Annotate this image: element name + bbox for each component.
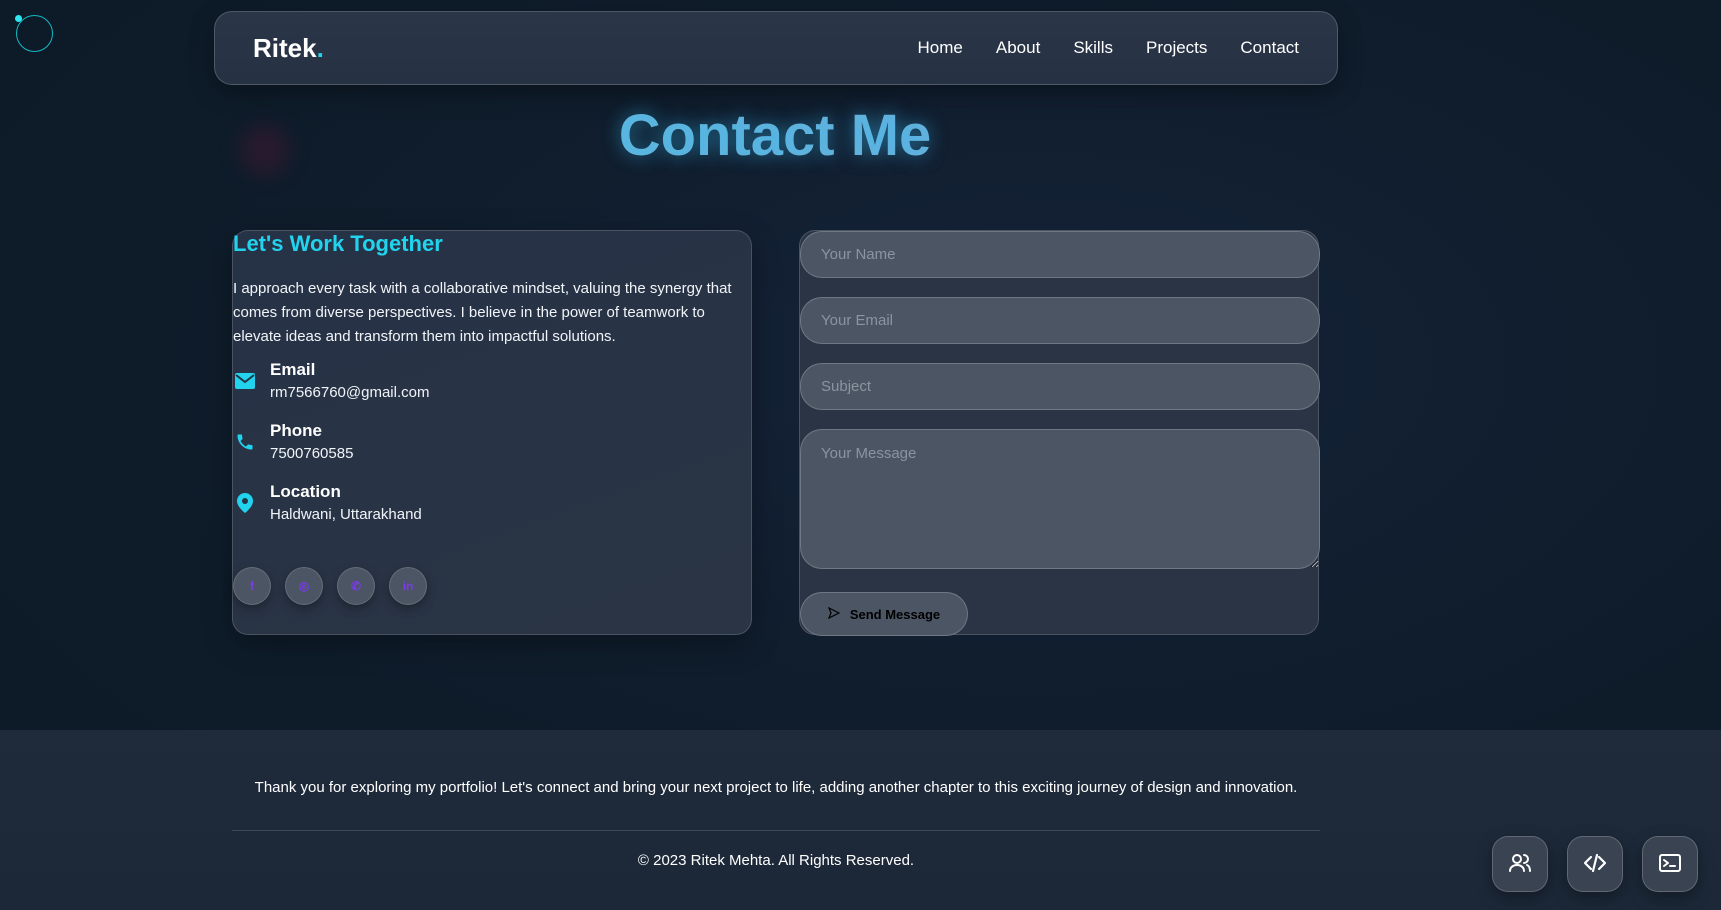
code-icon — [1583, 851, 1607, 878]
page-title: Contact Me — [0, 102, 1550, 169]
cursor-ring — [16, 15, 53, 52]
nav-link-contact[interactable]: Contact — [1240, 38, 1299, 58]
phone-value[interactable]: 7500760585 — [270, 442, 353, 466]
subject-input[interactable] — [800, 363, 1320, 410]
terminal-icon — [1658, 851, 1682, 878]
logo-text: Ritek — [253, 32, 317, 63]
email-input[interactable] — [800, 297, 1320, 344]
contact-info-card: Let's Work Together I approach every tas… — [232, 230, 752, 635]
phone-icon — [233, 430, 257, 454]
logo-dot: . — [316, 32, 324, 63]
navbar: Ritek. Home About Skills Projects Contac… — [214, 11, 1338, 85]
info-row-location: Location Haldwani, Uttarakhand — [233, 481, 422, 527]
location-value: Haldwani, Uttarakhand — [270, 506, 422, 523]
nav-links: Home About Skills Projects Contact — [918, 38, 1299, 58]
footer: Thank you for exploring my portfolio! Le… — [0, 730, 1721, 910]
send-label: Send Message — [849, 606, 941, 622]
message-textarea[interactable] — [800, 429, 1320, 569]
send-icon — [827, 606, 841, 622]
email-value[interactable]: rm7566760@gmail.com — [270, 381, 429, 405]
send-message-button[interactable]: Send Message — [800, 592, 968, 636]
whatsapp-icon[interactable]: ✆ — [337, 567, 375, 605]
cursor-dot — [15, 15, 22, 22]
social-links: f ◎ ✆ in — [233, 567, 427, 605]
location-pin-icon — [233, 491, 257, 515]
info-label: Email — [270, 360, 316, 379]
contact-heading: Let's Work Together — [233, 231, 443, 256]
site-logo[interactable]: Ritek. — [253, 33, 324, 64]
nav-link-projects[interactable]: Projects — [1146, 38, 1207, 58]
users-fab-button[interactable] — [1492, 836, 1548, 892]
footer-divider — [232, 830, 1320, 831]
nav-link-about[interactable]: About — [996, 38, 1040, 58]
terminal-fab-button[interactable] — [1642, 836, 1698, 892]
facebook-icon[interactable]: f — [233, 567, 271, 605]
info-label: Location — [270, 482, 341, 501]
contact-form: Send Message — [799, 230, 1320, 636]
users-icon — [1508, 851, 1532, 878]
copyright: © 2023 Ritek Mehta. All Rights Reserved. — [637, 852, 915, 869]
linkedin-icon[interactable]: in — [389, 567, 427, 605]
footer-message: Thank you for exploring my portfolio! Le… — [254, 779, 1298, 796]
nav-link-home[interactable]: Home — [918, 38, 963, 58]
code-fab-button[interactable] — [1567, 836, 1623, 892]
instagram-icon[interactable]: ◎ — [285, 567, 323, 605]
info-row-email: Email rm7566760@gmail.com — [233, 359, 429, 405]
info-label: Phone — [270, 421, 322, 440]
mail-icon — [233, 369, 257, 393]
info-row-phone: Phone 7500760585 — [233, 420, 353, 466]
nav-link-skills[interactable]: Skills — [1073, 38, 1113, 58]
name-input[interactable] — [800, 231, 1320, 278]
contact-intro: I approach every task with a collaborati… — [233, 280, 732, 345]
